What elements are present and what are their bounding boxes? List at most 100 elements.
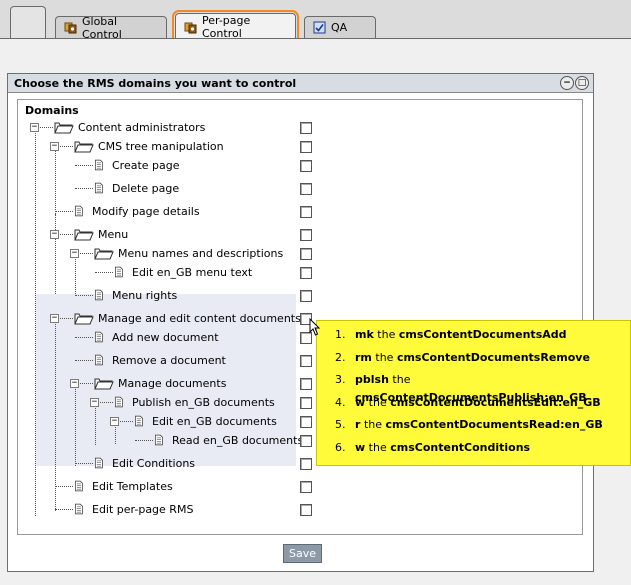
collapse-toggle-icon[interactable]: − — [50, 230, 59, 239]
tree-guide-line — [55, 150, 56, 220]
domain-checkbox[interactable] — [300, 183, 312, 195]
collapse-toggle-icon[interactable]: − — [70, 379, 79, 388]
tab-qa[interactable]: QA — [304, 16, 376, 38]
domain-checkbox[interactable] — [300, 248, 312, 260]
domain-checkbox[interactable] — [300, 206, 312, 218]
tree-connector-line — [55, 509, 73, 510]
tab-per-page-control[interactable]: Per-page Control — [175, 13, 296, 40]
domain-checkbox[interactable] — [300, 435, 312, 447]
tooltip-connector: the — [368, 440, 387, 454]
tree-item[interactable]: Read en_GB documents — [154, 431, 303, 449]
restore-icon[interactable]: □ — [575, 76, 589, 90]
tree-guide-line — [75, 386, 76, 466]
domain-checkbox[interactable] — [300, 290, 312, 302]
domain-checkbox[interactable] — [300, 397, 312, 409]
tree-guide-line — [55, 214, 56, 294]
tree-item[interactable]: Edit en_GB documents — [134, 412, 277, 430]
tab-strip-notch — [10, 6, 46, 38]
tooltip-item: mk the cmsContentDocumentsAdd — [349, 326, 630, 349]
folder-open-icon — [94, 378, 114, 390]
tab-global-control[interactable]: Global Control — [55, 15, 167, 41]
tree-item-label: Menu names and descriptions — [118, 246, 284, 260]
tooltip-item: w the cmsContentDocumentsEdit:en_GB — [349, 394, 630, 417]
tree-connector-line — [95, 272, 113, 273]
tree-item[interactable]: Edit Templates — [74, 477, 173, 495]
collapse-toggle-icon[interactable]: − — [50, 142, 59, 151]
tree-item-label: Remove a document — [112, 353, 226, 367]
tree-item[interactable]: Content administrators — [54, 118, 205, 136]
collapse-toggle-icon[interactable]: − — [70, 249, 79, 258]
panel-title: Choose the RMS domains you want to contr… — [14, 77, 297, 90]
tree-item-label: Edit Templates — [92, 479, 173, 493]
tree-item-label: Edit en_GB documents — [152, 414, 277, 428]
tree-item-label: Edit per-page RMS — [92, 502, 194, 516]
tree-item-label: Content administrators — [78, 120, 206, 134]
tree-item-label: Edit en_GB menu text — [132, 265, 253, 279]
folder-open-icon — [74, 229, 94, 241]
domain-checkbox[interactable] — [300, 504, 312, 516]
domain-checkbox[interactable] — [300, 458, 312, 470]
permission-tooltip: mk the cmsContentDocumentsAddrm the cmsC… — [316, 320, 631, 466]
permission-code: mk — [355, 328, 374, 341]
document-icon — [75, 503, 83, 515]
tree-connector-line — [135, 440, 153, 441]
document-icon — [155, 434, 163, 446]
folder-open-icon — [74, 141, 94, 153]
tree-item[interactable]: Edit per-page RMS — [74, 500, 193, 518]
domain-checkbox[interactable] — [300, 229, 312, 241]
domain-checkbox[interactable] — [300, 122, 312, 134]
document-icon — [95, 354, 103, 366]
domain-checkbox[interactable] — [300, 481, 312, 493]
domain-checkbox[interactable] — [300, 416, 312, 428]
document-icon — [95, 159, 103, 171]
qa-checkbox-icon — [313, 21, 326, 34]
tree-guide-line — [55, 321, 56, 511]
tooltip-connector: the — [368, 395, 387, 409]
tree-item[interactable]: CMS tree manipulation — [74, 137, 224, 155]
tree-item[interactable]: Menu names and descriptions — [94, 244, 283, 262]
tree-connector-line — [75, 295, 93, 296]
tree-item[interactable]: Publish en_GB documents — [114, 393, 275, 411]
tree-item[interactable]: Manage documents — [94, 374, 226, 392]
tree-item[interactable]: Add new document — [94, 328, 219, 346]
tree-guide-line — [35, 130, 36, 516]
domain-name: cmsContentDocumentsAdd — [398, 328, 567, 341]
domain-checkbox[interactable] — [300, 160, 312, 172]
tooltip-connector: the — [377, 328, 396, 341]
domain-checkbox[interactable] — [300, 355, 312, 367]
domain-checkbox[interactable] — [300, 378, 312, 390]
collapse-toggle-icon[interactable]: − — [50, 314, 59, 323]
tree-connector-line — [75, 337, 93, 338]
document-icon — [95, 182, 103, 194]
tree-item[interactable]: Delete page — [94, 179, 179, 197]
tree-item[interactable]: Remove a document — [94, 351, 226, 369]
domain-icon — [184, 22, 197, 33]
collapse-toggle-icon[interactable]: − — [90, 398, 99, 407]
permission-code: rm — [355, 350, 372, 364]
tree-item[interactable]: Edit en_GB menu text — [114, 263, 252, 281]
tree-item-label: Modify page details — [92, 204, 200, 218]
tree-item-label: Delete page — [112, 181, 180, 195]
tree-item[interactable]: Modify page details — [74, 202, 200, 220]
tree-item-label: Menu — [98, 227, 129, 241]
tree-item[interactable]: Create page — [94, 156, 180, 174]
minimize-icon[interactable]: − — [560, 76, 574, 90]
tree-item-label: Publish en_GB documents — [132, 395, 275, 409]
document-icon — [95, 457, 103, 469]
collapse-toggle-icon[interactable]: − — [30, 123, 39, 132]
save-button[interactable]: Save — [283, 544, 322, 563]
domain-checkbox[interactable] — [300, 267, 312, 279]
tree-item-label: Add new document — [112, 330, 219, 344]
tooltip-connector: the — [392, 373, 411, 386]
tree-item[interactable]: Manage and edit content documents — [74, 309, 301, 327]
domain-checkbox[interactable] — [300, 141, 312, 153]
tree-item[interactable]: Menu — [74, 225, 128, 243]
tooltip-item: r the cmsContentDocumentsRead:en_GB — [349, 416, 630, 439]
tree-item[interactable]: Menu rights — [94, 286, 177, 304]
domain-name: cmsContentDocumentsEdit:en_GB — [390, 395, 601, 409]
tree-item[interactable]: Edit Conditions — [94, 454, 195, 472]
document-icon — [115, 396, 123, 408]
collapse-toggle-icon[interactable]: − — [110, 417, 119, 426]
domain-icon — [64, 22, 77, 34]
domain-name: cmsContentDocumentsRead:en_GB — [385, 418, 603, 431]
